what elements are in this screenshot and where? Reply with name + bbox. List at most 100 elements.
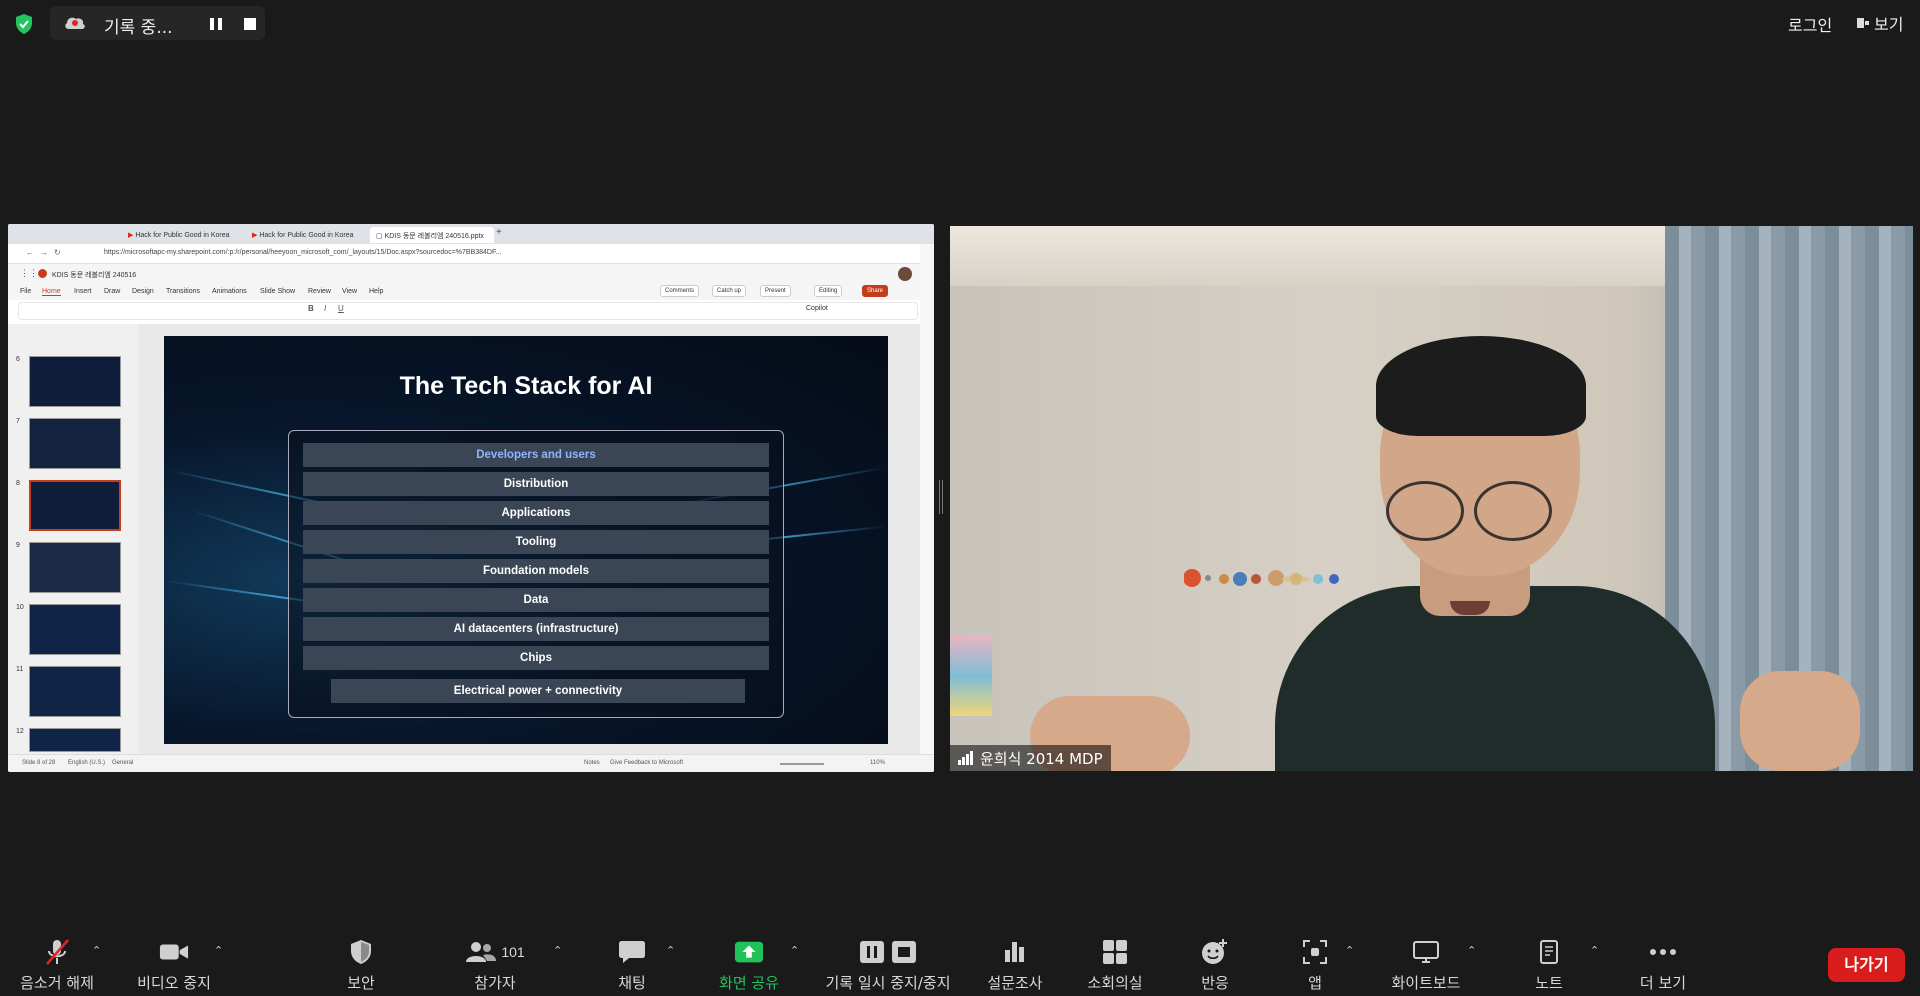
- share-screen-button[interactable]: 화면 공유: [694, 938, 804, 993]
- zoom-level[interactable]: 110%: [870, 760, 885, 766]
- cloud-recording-icon: [65, 17, 85, 29]
- participant-video[interactable]: 윤희식 2014 MDP: [950, 226, 1913, 771]
- tab-help[interactable]: Help: [369, 288, 383, 295]
- apps-icon: [1300, 938, 1330, 966]
- reload-icon[interactable]: ↻: [54, 248, 61, 257]
- youtube-icon: ▶: [252, 232, 258, 239]
- glasses-right: [1474, 481, 1552, 541]
- participant-name: 윤희식 2014 MDP: [980, 749, 1103, 768]
- notes-options-caret[interactable]: ⌃: [1590, 944, 1599, 957]
- tab-review[interactable]: Review: [308, 288, 331, 295]
- tab-design[interactable]: Design: [132, 288, 154, 295]
- slide-number: 11: [16, 666, 24, 673]
- tab-transitions[interactable]: Transitions: [166, 288, 200, 295]
- tab-home[interactable]: Home: [42, 288, 61, 296]
- document-icon: ▢: [376, 233, 383, 240]
- app-launcher-icon[interactable]: ⋮⋮: [20, 268, 38, 279]
- stack-layer: Developers and users: [303, 443, 769, 467]
- language-status[interactable]: English (U.S.): [68, 760, 105, 766]
- login-button[interactable]: 로그인: [1778, 8, 1842, 38]
- account-avatar[interactable]: [898, 267, 912, 281]
- comments-button[interactable]: Comments: [660, 285, 700, 297]
- back-icon[interactable]: ←: [26, 248, 34, 257]
- participants-button[interactable]: 101 참가자: [440, 938, 550, 993]
- tab-view[interactable]: View: [342, 288, 357, 295]
- slide-thumbnail[interactable]: [29, 604, 121, 655]
- pause-stop-recording-button[interactable]: 기록 일시 중지/중지: [812, 938, 964, 993]
- editing-button[interactable]: Editing: [814, 285, 843, 297]
- slide-number: 6: [16, 356, 20, 363]
- bold-icon[interactable]: B: [308, 304, 314, 313]
- polls-button[interactable]: 설문조사: [960, 938, 1070, 993]
- forward-icon[interactable]: →: [40, 248, 48, 257]
- reactions-button[interactable]: 반응: [1160, 938, 1270, 993]
- apps-options-caret[interactable]: ⌃: [1345, 944, 1354, 957]
- stack-layer: Chips: [303, 646, 769, 670]
- slide-thumbnail[interactable]: [29, 542, 121, 593]
- copilot-button[interactable]: Copilot: [806, 305, 828, 312]
- whiteboard-button[interactable]: 화이트보드: [1371, 938, 1481, 993]
- underline-icon[interactable]: U: [338, 304, 344, 313]
- breakout-rooms-label: 소회의실: [1087, 974, 1143, 992]
- slide-thumbnail[interactable]: [29, 356, 121, 407]
- participant-name-tag: 윤희식 2014 MDP: [950, 745, 1111, 771]
- stack-layer: AI datacenters (infrastructure): [303, 617, 769, 641]
- audio-options-caret[interactable]: ⌃: [92, 944, 101, 957]
- right-hand: [1740, 671, 1860, 771]
- slide-thumbnail[interactable]: [29, 666, 121, 717]
- notes-button[interactable]: 노트: [1494, 938, 1604, 993]
- tab-file[interactable]: File: [20, 288, 31, 295]
- sensitivity-label[interactable]: General: [112, 760, 133, 766]
- tab-animations[interactable]: Animations: [212, 288, 247, 295]
- tab-draw[interactable]: Draw: [104, 288, 120, 295]
- security-shield-icon: [16, 14, 32, 34]
- tab-insert[interactable]: Insert: [74, 288, 92, 295]
- feedback-link[interactable]: Give Feedback to Microsoft: [610, 760, 683, 766]
- pause-recording-button[interactable]: [206, 14, 226, 34]
- share-options-caret[interactable]: ⌃: [790, 944, 799, 957]
- slide-thumbnail[interactable]: [29, 728, 121, 752]
- view-layout-icon: [1857, 18, 1869, 28]
- security-button[interactable]: 보안: [306, 938, 416, 993]
- slide-thumbnail[interactable]: [29, 418, 121, 469]
- zoom-slider[interactable]: [780, 763, 824, 765]
- notes-icon: [1534, 938, 1564, 966]
- slide-title: The Tech Stack for AI: [399, 372, 653, 400]
- new-tab-icon[interactable]: +: [496, 227, 502, 238]
- browser-tab-active[interactable]: ▢ KDIS 동문 레볼리엠 240516.pptx: [370, 227, 494, 243]
- more-icon: [1648, 938, 1678, 966]
- chat-options-caret[interactable]: ⌃: [666, 944, 675, 957]
- present-button[interactable]: Present: [760, 285, 791, 297]
- participants-options-caret[interactable]: ⌃: [553, 944, 562, 957]
- tab-slide-show[interactable]: Slide Show: [260, 288, 295, 295]
- reactions-label: 반응: [1201, 974, 1229, 992]
- leave-meeting-button[interactable]: 나가기: [1828, 948, 1905, 982]
- browser-tab[interactable]: ▶ Hack for Public Good in Korea: [246, 227, 370, 243]
- slide-thumbnail-selected[interactable]: [29, 480, 121, 531]
- polls-label: 설문조사: [987, 974, 1043, 992]
- panel-resize-handle[interactable]: [939, 480, 943, 514]
- video-options-caret[interactable]: ⌃: [214, 944, 223, 957]
- wall-decoration: [950, 636, 992, 716]
- italic-icon[interactable]: I: [324, 304, 326, 313]
- stop-recording-button[interactable]: [240, 14, 260, 34]
- share-button[interactable]: Share: [862, 285, 889, 297]
- breakout-rooms-button[interactable]: 소회의실: [1060, 938, 1170, 993]
- stack-layer: Distribution: [303, 472, 769, 496]
- catch-up-button[interactable]: Catch up: [712, 285, 747, 297]
- document-title[interactable]: KDIS 동문 레볼리엠 240516: [52, 270, 136, 280]
- planet-decoration: [1184, 569, 1339, 587]
- view-label: 보기: [1874, 15, 1904, 34]
- whiteboard-options-caret[interactable]: ⌃: [1467, 944, 1476, 957]
- url-field[interactable]: https://microsoftapc-my.sharepoint.com/:…: [104, 249, 501, 256]
- slide-number: 9: [16, 542, 20, 549]
- notes-button[interactable]: Notes: [584, 760, 600, 766]
- slide[interactable]: The Tech Stack for AI Developers and use…: [164, 336, 888, 744]
- slide-number: 7: [16, 418, 20, 425]
- youtube-icon: ▶: [128, 232, 134, 239]
- stop-video-button[interactable]: 비디오 중지: [119, 938, 229, 993]
- browser-tab[interactable]: ▶ Hack for Public Good in Korea: [122, 227, 246, 243]
- more-button[interactable]: 더 보기: [1608, 938, 1718, 993]
- view-button[interactable]: 보기: [1848, 8, 1911, 38]
- recording-status-text: 기록 중...: [104, 18, 173, 38]
